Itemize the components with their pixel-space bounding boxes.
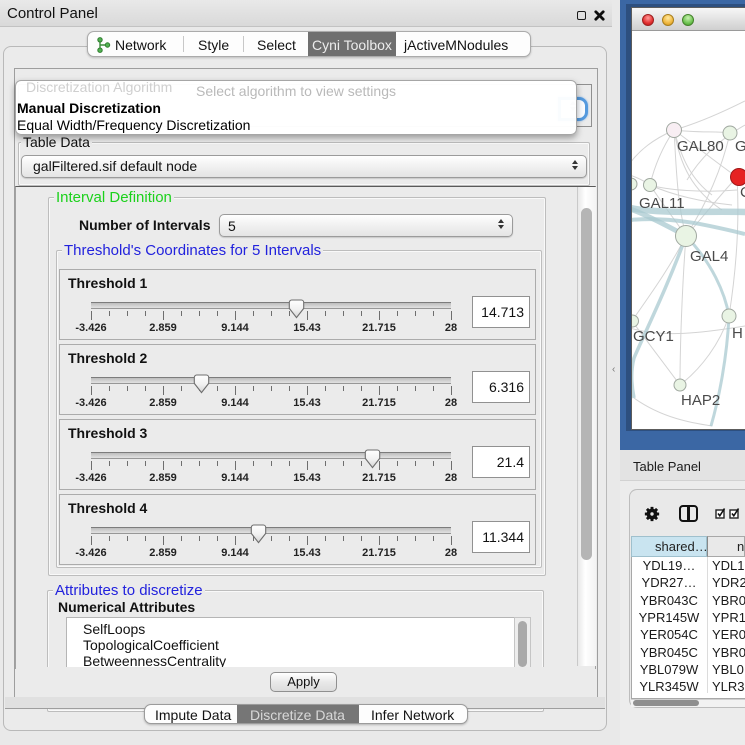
- svg-text:GCY1: GCY1: [633, 328, 674, 345]
- svg-text:C: C: [740, 184, 745, 201]
- svg-text:GAL11: GAL11: [639, 195, 685, 212]
- svg-text:GAL4: GAL4: [690, 248, 728, 265]
- svg-text:H: H: [732, 325, 743, 342]
- svg-text:GAL80: GAL80: [677, 138, 724, 155]
- svg-text:HAP2: HAP2: [681, 392, 720, 409]
- svg-text:GA: GA: [735, 138, 745, 155]
